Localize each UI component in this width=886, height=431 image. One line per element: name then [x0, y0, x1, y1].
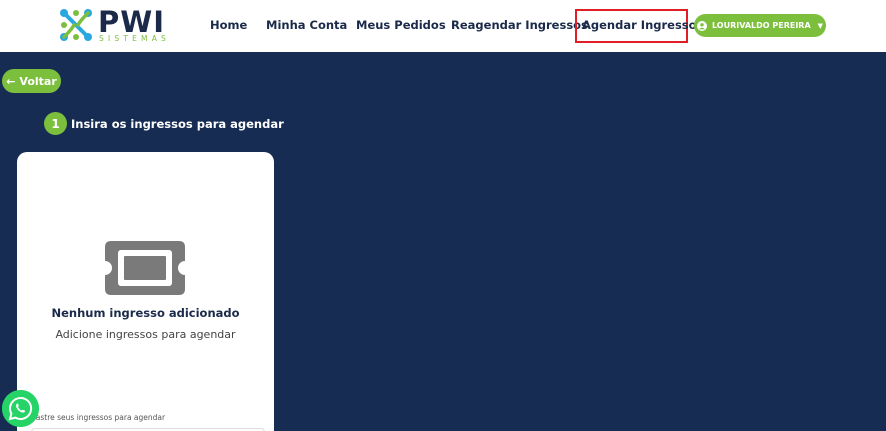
step-number-badge: 1: [44, 112, 67, 135]
user-circle-icon: [696, 20, 707, 31]
ticket-icon: [105, 241, 185, 295]
step-header: 1 Insira os ingressos para agendar: [44, 112, 284, 135]
nav-agendar-ingressos[interactable]: Agendar Ingressos: [582, 0, 703, 52]
ticket-input-label: dastre seus ingressos para agendar: [31, 413, 166, 422]
whatsapp-button[interactable]: [2, 390, 39, 427]
whatsapp-icon: [2, 390, 39, 427]
user-menu-button[interactable]: LOURIVALDO PEREIRA ▼: [694, 14, 826, 37]
tickets-card: Nenhum ingresso adicionado Adicione ingr…: [17, 152, 274, 431]
nav-minha-conta[interactable]: Minha Conta: [266, 0, 347, 52]
empty-state-title: Nenhum ingresso adicionado: [51, 306, 240, 320]
back-button[interactable]: ← Voltar: [2, 69, 61, 93]
empty-state-subtitle: Adicione ingressos para agendar: [55, 328, 236, 341]
nav-home[interactable]: Home: [210, 0, 247, 52]
brand-subtitle: SISTEMAS: [99, 34, 171, 43]
nav-reagendar-ingressos[interactable]: Reagendar Ingressos: [451, 0, 588, 52]
top-navbar: PWI SISTEMAS Home Minha Conta Meus Pedid…: [0, 0, 886, 52]
arrow-left-icon: ←: [6, 74, 16, 88]
brand-name: PWI: [98, 5, 166, 39]
step-title: Insira os ingressos para agendar: [71, 116, 284, 131]
pwi-logo-mark-icon: [60, 9, 92, 41]
nav-meus-pedidos[interactable]: Meus Pedidos: [356, 0, 446, 52]
caret-down-icon: ▼: [817, 21, 824, 30]
back-label: Voltar: [19, 74, 57, 88]
pwi-logo[interactable]: PWI SISTEMAS: [58, 7, 182, 45]
user-name: LOURIVALDO PEREIRA: [711, 21, 811, 30]
